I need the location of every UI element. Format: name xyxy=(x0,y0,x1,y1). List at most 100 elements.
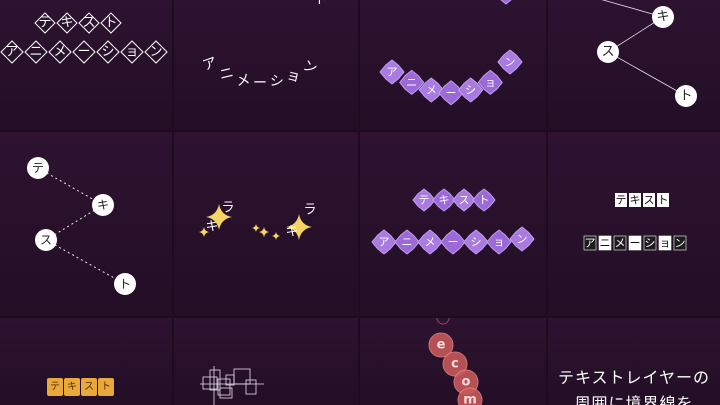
glyph-char: ョ xyxy=(494,236,505,249)
glyph-char: キ xyxy=(630,194,641,207)
wireframe-box-icon xyxy=(233,368,251,385)
glyph-char: シ xyxy=(645,237,656,250)
preset-tile-diamond-title[interactable]: テキストアニメーション xyxy=(0,0,172,130)
glyph-char: e xyxy=(437,338,446,353)
glyph-char: ア xyxy=(201,54,220,74)
glyph-char: ト xyxy=(679,89,692,104)
preset-tile-purple-flower-arc[interactable]: アニメーション xyxy=(360,0,546,130)
sparkle-text-preview: キラキラ xyxy=(199,201,317,240)
glyph-char: ン xyxy=(301,58,320,78)
glyph-char: キ xyxy=(97,198,109,212)
sparkle-icon xyxy=(252,224,260,232)
diamond-title-preview: テキストアニメーション xyxy=(0,12,168,64)
glyph-char: ョ xyxy=(660,237,671,250)
coral-circle-icon xyxy=(436,318,450,325)
glyph-char: ニ xyxy=(402,236,413,249)
glyph-char: テ xyxy=(419,194,430,207)
circle-network-top-preview: キスト xyxy=(597,0,697,107)
glyph-char: シ xyxy=(471,236,482,249)
glyph-char: キ xyxy=(60,16,73,31)
glyph-char: ー xyxy=(448,236,459,249)
glyph-char: m xyxy=(463,393,477,405)
gold-tags-preview: テキスト xyxy=(47,378,114,396)
glyph-char: シ xyxy=(101,45,114,60)
glyph-char: キ xyxy=(205,220,218,235)
preset-tile-arc-text[interactable]: トアニメーション xyxy=(174,0,358,130)
glyph-char: ョ xyxy=(485,76,496,89)
glyph-char: ニ xyxy=(406,76,417,89)
preset-tile-wireframe-text[interactable] xyxy=(174,318,358,405)
glyph-char: ア xyxy=(585,237,596,250)
glyph-char: ョ xyxy=(125,45,138,60)
glyph-char: ン xyxy=(517,233,528,246)
sparkle-icon xyxy=(272,232,280,240)
glyph-char: ー xyxy=(446,86,457,99)
preset-tile-circle-network[interactable]: テキスト xyxy=(0,132,172,316)
glyph-char: ー xyxy=(77,45,90,60)
preset-tile-box-text[interactable]: テキストアニメーション xyxy=(548,132,720,316)
coral-circles-preview: ecom xyxy=(428,318,483,405)
preset-tile-circle-network-top[interactable]: キスト xyxy=(548,0,720,130)
animation-preset-grid: テキストアニメーション トアニメーション アニメーション キスト テキスト キラ… xyxy=(0,0,720,405)
glyph-char: キ xyxy=(656,10,669,25)
glyph-char: ョ xyxy=(285,67,302,86)
glyph-char: テ xyxy=(616,194,627,207)
glyph-char: シ xyxy=(465,84,476,97)
glyph-char: ニ xyxy=(218,65,235,84)
preset-tile-sparkle-text[interactable]: キラキラ xyxy=(174,132,358,316)
glyph-char: テ xyxy=(50,382,60,393)
glyph-char: ス xyxy=(459,194,470,207)
glyph-char: ー xyxy=(630,237,641,250)
preset-tile-purple-flower-rows[interactable]: テキストアニメーション xyxy=(360,132,546,316)
glyph-char: ス xyxy=(40,233,52,247)
sparkle-icon xyxy=(259,227,269,237)
glyph-char: キ xyxy=(439,194,450,207)
glyph-char: ア xyxy=(5,45,18,60)
glyph-char: ー xyxy=(253,76,267,92)
glyph-char: ニ xyxy=(29,45,42,60)
glyph-char: ト xyxy=(479,194,490,207)
glyph-char: ス xyxy=(601,45,614,60)
glyph-char: ト xyxy=(658,194,669,207)
glyph-char: テ xyxy=(38,16,51,31)
wireframe-box-icon xyxy=(209,369,221,391)
caption-line-1: テキストレイヤーの xyxy=(557,368,711,387)
glyph-char: ン xyxy=(675,237,686,250)
glyph-char: o xyxy=(462,375,471,390)
glyph-char: シ xyxy=(269,73,285,91)
glyph-char: メ xyxy=(426,84,437,97)
caption-line-2: 周囲に境界線を xyxy=(574,394,694,405)
glyph-char: ト xyxy=(119,277,131,291)
glyph-char: c xyxy=(451,357,459,372)
glyph-char: ス xyxy=(82,16,95,31)
preset-tile-border-caption[interactable]: テキストレイヤーの 周囲に境界線を xyxy=(548,318,720,405)
glyph-char: ン xyxy=(505,56,516,69)
glyph-char: キ xyxy=(285,225,298,240)
glyph-char: メ xyxy=(615,237,626,250)
flower-badge-icon xyxy=(500,0,512,5)
arc-text-preview: トアニメーション xyxy=(201,0,328,92)
wireframe-box-icon xyxy=(245,379,257,395)
box-text-preview: テキストアニメーション xyxy=(583,193,687,251)
glyph-char: ト xyxy=(104,16,117,31)
glyph-char: ア xyxy=(387,66,398,79)
glyph-char: ア xyxy=(379,236,390,249)
glyph-char: ス xyxy=(84,382,94,393)
circle-network-preview: テキスト xyxy=(27,157,136,295)
glyph-char: ン xyxy=(149,45,162,60)
glyph-char: ラ xyxy=(303,203,316,218)
glyph-char: メ xyxy=(53,45,66,60)
purple-flower-rows-preview: テキストアニメーション xyxy=(371,188,535,255)
preset-tile-gold-tags[interactable]: テキスト xyxy=(0,318,172,405)
glyph-char: メ xyxy=(235,72,251,90)
preset-tile-coral-circles[interactable]: ecom xyxy=(360,318,546,405)
glyph-char: キ xyxy=(67,382,77,393)
glyph-char: ス xyxy=(644,194,655,207)
glyph-char: ニ xyxy=(600,237,611,250)
purple-flower-arc-preview: アニメーション xyxy=(379,0,523,106)
wireframe-text-preview xyxy=(200,366,264,405)
glyph-char: ラ xyxy=(221,201,234,216)
glyph-char: ト xyxy=(101,382,111,393)
cut-off-glyph: ト xyxy=(314,0,327,8)
glyph-char: テ xyxy=(32,161,44,175)
